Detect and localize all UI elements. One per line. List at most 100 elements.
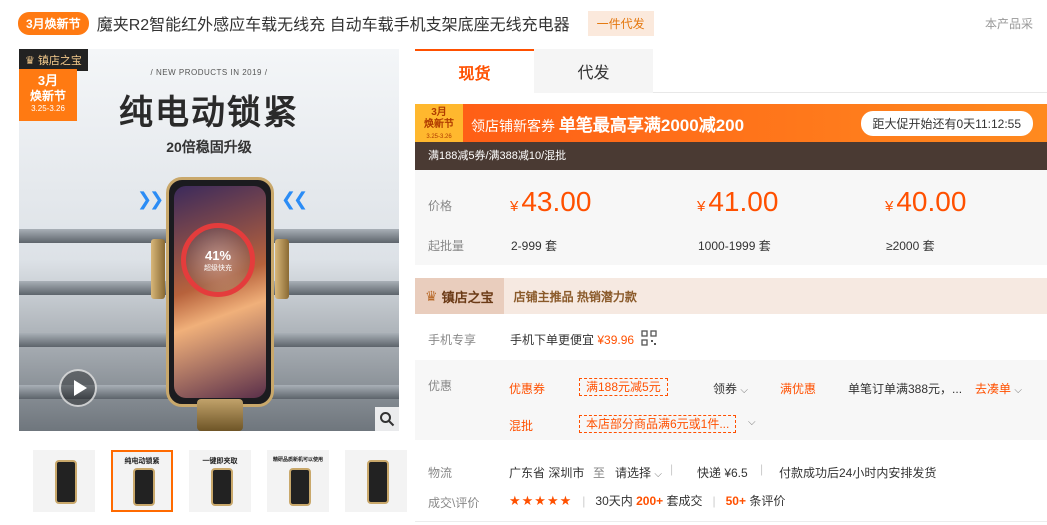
- qr-code-icon[interactable]: [641, 330, 657, 346]
- fest-date: 3.25-3.26: [31, 104, 65, 113]
- title-row: 3月焕新节 魔夹R2智能红外感应车载无线充 自动车载手机支架底座无线充电器 一件…: [18, 8, 1047, 38]
- price-value: 41.00: [708, 186, 779, 217]
- fest-month: 3月: [37, 73, 59, 88]
- rating-row: ★★★★★ | 30天内 200+ 套成交 | 50+ 条评价: [509, 492, 785, 509]
- chevron-down-icon: ⌵: [654, 469, 662, 480]
- go-order-link[interactable]: 去凑单 ⌵: [975, 380, 1022, 397]
- destination-select-label: 请选择: [615, 466, 652, 480]
- divider: |: [670, 462, 674, 476]
- arrows-right-icon: ❯❯: [137, 189, 164, 209]
- price-block: 价格 起批量 ¥43.00 ¥41.00 ¥40.00 2-999 套 1000…: [415, 170, 1047, 265]
- bottom-divider: [415, 521, 1047, 522]
- charge-percent: 41%: [204, 247, 232, 263]
- holder-base: [197, 399, 243, 431]
- thumbnail-strip: 纯电动锁紧 一键即夹取 精研品质新机可以使用: [33, 450, 407, 512]
- zoom-button[interactable]: [375, 407, 399, 431]
- sales-suffix: 套成交: [666, 494, 703, 508]
- thumbnail-label: 精研品质新机可以使用: [272, 457, 323, 463]
- ship-to-word: 至: [593, 466, 606, 480]
- claim-label: 领券: [713, 382, 738, 396]
- chevron-down-icon[interactable]: ⌵: [748, 417, 756, 428]
- mobile-text: 手机下单更便宜: [510, 333, 595, 347]
- tab-dropship[interactable]: 代发: [534, 49, 653, 93]
- tab-in-stock[interactable]: 现货: [415, 49, 534, 93]
- star-rating: ★★★★★: [509, 492, 573, 508]
- claim-coupon-button[interactable]: 领券 ⌵: [713, 380, 748, 397]
- shop-treasure-label: 镇店之宝: [441, 289, 494, 305]
- promo-fest-month: 3月: [431, 107, 447, 118]
- crown-icon: ♛: [425, 287, 438, 304]
- thumbnail-label: 一键即夹取: [202, 458, 238, 465]
- price-tier-2: ¥41.00: [697, 186, 778, 218]
- divider: |: [760, 462, 764, 476]
- thumbnail[interactable]: [345, 450, 407, 512]
- promo-countdown: 距大促开始还有0天11:12:55: [860, 111, 1033, 136]
- sales-prefix: 30天内: [595, 494, 633, 508]
- chevron-down-icon: ⌵: [740, 385, 748, 396]
- full-discount-label: 满优惠: [780, 382, 817, 396]
- truncated-header-text: 本产品采: [985, 17, 1034, 31]
- magnifier-icon: [380, 412, 395, 427]
- shop-treasure-bar[interactable]: ♛ 镇店之宝 店铺主推品 热销潜力款: [415, 278, 1047, 314]
- holder-arm-left: [151, 239, 165, 299]
- arrows-left-icon: ❮❮: [281, 189, 308, 209]
- festival-corner-badge: 3月 焕新节 3.25-3.26: [19, 69, 77, 121]
- review-count[interactable]: 50+: [726, 494, 746, 508]
- quantity-tier-3: ≥2000 套: [886, 239, 935, 253]
- price-label: 价格: [428, 199, 453, 213]
- review-suffix[interactable]: 条评价: [749, 492, 785, 509]
- offers-label: 优惠: [428, 379, 453, 393]
- product-title: 魔夹R2智能红外感应车载无线充 自动车载手机支架底座无线充电器: [96, 17, 570, 34]
- promo-festival-badge: 3月 焕新节 3.25-3.26: [415, 104, 463, 142]
- play-icon: [73, 380, 87, 396]
- thumbnail-label: 纯电动锁紧: [124, 458, 160, 465]
- express-fee: 快递 ¥6.5: [697, 466, 748, 480]
- quantity-tier-1: 2-999 套: [511, 239, 558, 253]
- mobile-exclusive-text: 手机下单更便宜 ¥39.96: [510, 331, 634, 348]
- shipping-label: 物流: [428, 466, 453, 480]
- offers-block: 优惠 优惠券 满188元减5元 领券 ⌵ 满优惠 单笔订单满388元，... 去…: [415, 360, 1047, 440]
- chevron-down-icon: ⌵: [1014, 385, 1022, 396]
- divider: |: [582, 493, 586, 508]
- mixed-batch-chip[interactable]: 本店部分商品满6元或1件...: [579, 415, 737, 433]
- purchase-mode-tabs: 现货 代发: [415, 49, 1047, 93]
- mixed-batch-label: 混批: [509, 419, 534, 433]
- thumbnail-active[interactable]: 纯电动锁紧: [111, 450, 173, 512]
- coupon-chip[interactable]: 满188元减5元: [579, 378, 668, 396]
- quantity-tier-2: 1000-1999 套: [698, 239, 771, 253]
- price-value: 40.00: [896, 186, 967, 217]
- price-tier-1: ¥43.00: [510, 186, 591, 218]
- full-discount-text: 单笔订单满388元，...: [848, 382, 963, 396]
- price-value: 43.00: [521, 186, 592, 217]
- destination-select[interactable]: 请选择 ⌵: [615, 464, 662, 481]
- shop-treasure-tag: ♛ 镇店之宝: [19, 49, 88, 71]
- thumbnail[interactable]: [33, 450, 95, 512]
- currency-symbol: ¥: [697, 198, 706, 215]
- image-subheadline: 20倍稳固升级: [166, 139, 252, 155]
- promo-coupon-main: 单笔最高享满2000减200: [558, 115, 745, 135]
- currency-symbol: ¥: [885, 198, 894, 215]
- shop-tag-label: 镇店之宝: [37, 55, 82, 67]
- promo-coupon-text: 领店铺新客券 单笔最高享满2000减200: [471, 111, 744, 136]
- fest-name: 焕新节: [29, 89, 66, 103]
- shop-treasure-desc: 店铺主推品 热销潜力款: [513, 289, 637, 304]
- holder-arm-right: [275, 239, 289, 299]
- dropship-tag[interactable]: 一件代发: [587, 10, 654, 36]
- shipping-note: 付款成功后24小时内安排发货: [779, 466, 937, 480]
- divider: |: [712, 493, 716, 508]
- mobile-price: ¥39.96: [597, 333, 635, 347]
- main-product-image[interactable]: / NEW PRODUCTS IN 2019 / 纯电动锁紧 20倍稳固升级 4…: [19, 49, 399, 431]
- promo-banner[interactable]: 3月 焕新节 3.25-3.26 领店铺新客券 单笔最高享满2000减200 距…: [415, 104, 1047, 142]
- thumbnail[interactable]: 一键即夹取: [189, 450, 251, 512]
- thumbnail[interactable]: 精研品质新机可以使用: [267, 450, 329, 512]
- go-order-label: 去凑单: [975, 382, 1012, 396]
- promo-coupon-prefix: 领店铺新客券: [471, 117, 559, 134]
- festival-badge[interactable]: 3月焕新节: [18, 11, 89, 35]
- ship-from: 广东省 深圳市: [509, 466, 585, 480]
- play-video-button[interactable]: [59, 369, 97, 407]
- charging-ring: 41% 超级快充: [181, 223, 255, 297]
- crown-icon: ♛: [25, 54, 35, 67]
- sales-count: 200+: [636, 493, 664, 508]
- currency-symbol: ¥: [510, 198, 519, 215]
- price-tier-3: ¥40.00: [885, 186, 966, 218]
